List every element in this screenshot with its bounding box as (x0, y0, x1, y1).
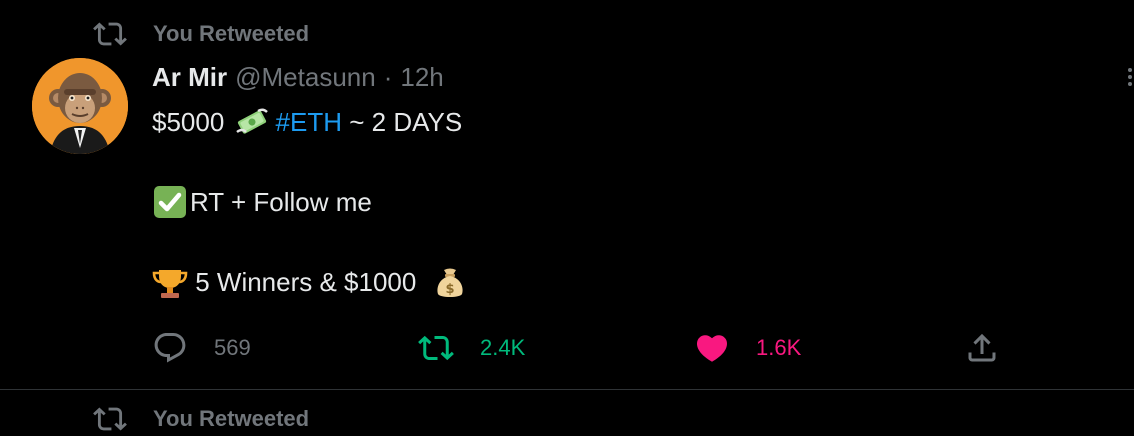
tweet-divider (0, 389, 1134, 390)
reply-icon (152, 330, 188, 366)
retweet-icon (418, 330, 454, 366)
avatar[interactable] (32, 58, 128, 154)
money-with-wings-icon (234, 104, 270, 140)
retweet-context-label[interactable]: You Retweeted (153, 21, 309, 47)
retweet-button[interactable]: 2.4K (418, 326, 525, 370)
next-retweet-context: You Retweeted (93, 402, 309, 436)
tweet-line: RT + Follow me (152, 182, 372, 222)
retweet-context: You Retweeted (93, 18, 309, 50)
author-handle[interactable]: @Metasunn (235, 62, 376, 93)
tweet-text-segment: RT + Follow me (190, 186, 372, 217)
heart-icon (694, 330, 730, 366)
like-button[interactable]: 1.6K (694, 326, 801, 370)
money-bag-icon: $ (432, 264, 468, 300)
author-name[interactable]: Ar Mir (152, 62, 227, 93)
trophy-icon (152, 264, 188, 300)
more-options-icon[interactable] (1126, 68, 1134, 86)
svg-text:$: $ (445, 282, 454, 297)
retweet-icon (93, 402, 127, 436)
hashtag-link[interactable]: #ETH (276, 107, 342, 138)
reply-count: 569 (214, 335, 251, 360)
tweet-timestamp[interactable]: 12h (400, 62, 443, 93)
share-icon (964, 330, 1000, 366)
header-separator: · (383, 62, 393, 92)
tweet-text-segment: $5000 (152, 106, 232, 137)
tweet-line: $5000 #ETH ~ 2 DAYS (152, 102, 462, 142)
like-count: 1.6K (756, 335, 802, 360)
tweet-header: Ar Mir @Metasunn · 12h (152, 62, 444, 93)
retweet-context-label[interactable]: You Retweeted (153, 406, 309, 432)
tweet-line: 5 Winners & $1000 $ (152, 262, 468, 302)
tweet-text-segment: 5 Winners & $1000 (188, 266, 424, 297)
retweet-icon (93, 17, 127, 51)
tweet-text-segment: ~ 2 DAYS (342, 106, 463, 137)
tweet-card[interactable]: You Retweeted Ar Mir @Metasunn · 12h $50… (0, 0, 1134, 390)
share-button[interactable] (964, 326, 1000, 370)
reply-button[interactable]: 569 (152, 326, 251, 370)
retweet-count: 2.4K (480, 335, 526, 360)
check-mark-icon (152, 184, 188, 220)
